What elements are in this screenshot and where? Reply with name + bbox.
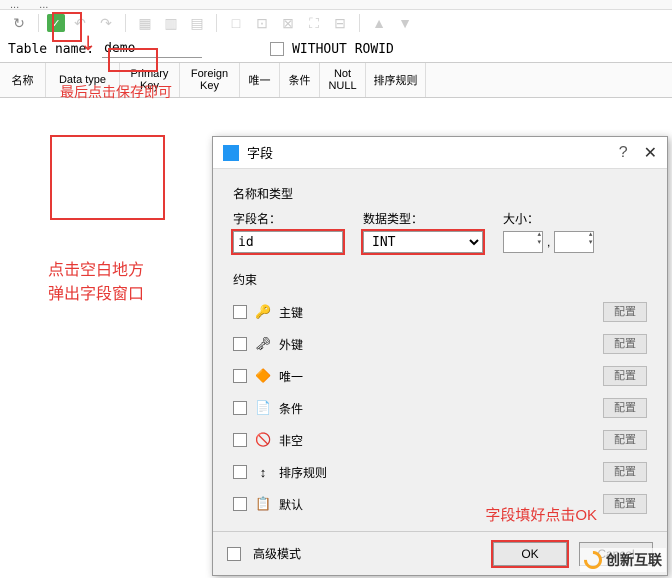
constraint-checkbox[interactable] (233, 305, 247, 319)
constraints-section: 约束 🔑主键配置🗝外键配置🔶唯一配置📄条件配置🚫非空配置↕排序规则配置📋默认配置 (233, 271, 647, 520)
tab-item[interactable]: ... (39, 0, 48, 9)
close-icon[interactable]: ✕ (644, 143, 657, 163)
table-name-highlight (108, 48, 158, 72)
grid-col-name: 名称 (0, 63, 46, 97)
grid-col-check: 条件 (280, 63, 320, 97)
config-button[interactable]: 配置 (603, 302, 647, 322)
config-button[interactable]: 配置 (603, 334, 647, 354)
section-constraints: 约束 (233, 271, 647, 288)
field-dialog: 字段 ? ✕ 名称和类型 字段名： 数据类型： INT 大小： , (212, 136, 668, 576)
ok-button[interactable]: OK (493, 542, 567, 566)
advanced-label: 高级模式 (253, 545, 481, 562)
constraint-checkbox[interactable] (233, 369, 247, 383)
constraint-row: 🔶 唯一配置 (233, 360, 647, 392)
constraint-row: 🚫 非空配置 (233, 424, 647, 456)
tool-icon: ▤ (186, 12, 208, 34)
data-type-select[interactable]: INT (363, 231, 483, 253)
constraint-icon: 🚫 (255, 432, 271, 448)
tool-icon: ⊠ (277, 12, 299, 34)
section-name-type: 名称和类型 (233, 185, 647, 202)
constraint-row: 🔑 主键配置 (233, 296, 647, 328)
blank-hint-1: 点击空白地方 (48, 256, 144, 280)
logo-text: 创新互联 (606, 550, 662, 570)
help-icon[interactable]: ? (619, 144, 628, 162)
dialog-title: 字段 (247, 143, 619, 162)
constraint-label: 外键 (279, 336, 595, 353)
logo-icon (580, 547, 605, 572)
constraint-label: 排序规则 (279, 464, 595, 481)
constraint-row: 📄 条件配置 (233, 392, 647, 424)
data-type-label: 数据类型： (363, 210, 483, 227)
tool-icon: ▦ (134, 12, 156, 34)
tool-icon: ⊟ (329, 12, 351, 34)
config-button[interactable]: 配置 (603, 366, 647, 386)
size-comma: , (547, 235, 550, 249)
size-spinner-1[interactable] (503, 231, 543, 253)
watermark-logo: 创新互联 (580, 548, 666, 572)
without-rowid-label: WITHOUT ROWID (292, 42, 394, 57)
field-name-input[interactable] (233, 231, 343, 253)
constraint-icon: 🗝 (255, 336, 271, 352)
constraint-label: 非空 (279, 432, 595, 449)
constraint-row: ↕ 排序规则配置 (233, 456, 647, 488)
constraint-checkbox[interactable] (233, 497, 247, 511)
fill-hint-annotation: 字段填好点击OK (485, 504, 597, 525)
redo-icon: ↷ (95, 12, 117, 34)
grid-col-collate: 排序规则 (366, 63, 426, 97)
tab-item[interactable]: ... (10, 0, 19, 9)
refresh-icon[interactable]: ↻ (8, 12, 30, 34)
config-button[interactable]: 配置 (603, 494, 647, 514)
grid-col-notnull: Not NULL (320, 63, 366, 97)
constraint-label: 主键 (279, 304, 595, 321)
field-name-label: 字段名： (233, 210, 343, 227)
size-spinner-2[interactable] (554, 231, 594, 253)
constraint-row: 🗝 外键配置 (233, 328, 647, 360)
constraint-icon: 📄 (255, 400, 271, 416)
constraint-checkbox[interactable] (233, 433, 247, 447)
constraint-checkbox[interactable] (233, 465, 247, 479)
constraint-icon: ↕ (255, 465, 271, 480)
tool-icon: ⊡ (251, 12, 273, 34)
toolbar: ↻ ✓ ↶ ↷ ▦ ▥ ▤ □ ⊡ ⊠ ⛶ ⊟ ▲ ▼ (0, 10, 672, 36)
dialog-titlebar: 字段 ? ✕ (213, 137, 667, 169)
config-button[interactable]: 配置 (603, 462, 647, 482)
config-button[interactable]: 配置 (603, 398, 647, 418)
constraint-checkbox[interactable] (233, 337, 247, 351)
tool-icon: ▲ (368, 12, 390, 34)
tool-icon: ⛶ (303, 12, 325, 34)
constraint-icon: 📋 (255, 496, 271, 512)
without-rowid-checkbox[interactable] (270, 42, 284, 56)
save-hint-annotation: 最后点击保存即可 (60, 82, 172, 102)
tool-icon: □ (225, 12, 247, 34)
constraint-checkbox[interactable] (233, 401, 247, 415)
tool-icon: ▼ (394, 12, 416, 34)
grid-col-fk: Foreign Key (180, 63, 240, 97)
size-label: 大小： (503, 210, 594, 227)
config-button[interactable]: 配置 (603, 430, 647, 450)
grid-col-unique: 唯一 (240, 63, 280, 97)
constraint-label: 条件 (279, 400, 595, 417)
advanced-checkbox[interactable] (227, 547, 241, 561)
blank-hint-2: 弹出字段窗口 (48, 280, 144, 304)
constraint-icon: 🔑 (255, 304, 271, 320)
tool-icon: ▥ (160, 12, 182, 34)
dialog-icon (223, 145, 239, 161)
top-tabs: ... ... (0, 0, 672, 10)
save-highlight (52, 12, 82, 42)
constraint-icon: 🔶 (255, 368, 271, 384)
constraint-label: 唯一 (279, 368, 595, 385)
blank-area-highlight[interactable] (50, 135, 165, 220)
